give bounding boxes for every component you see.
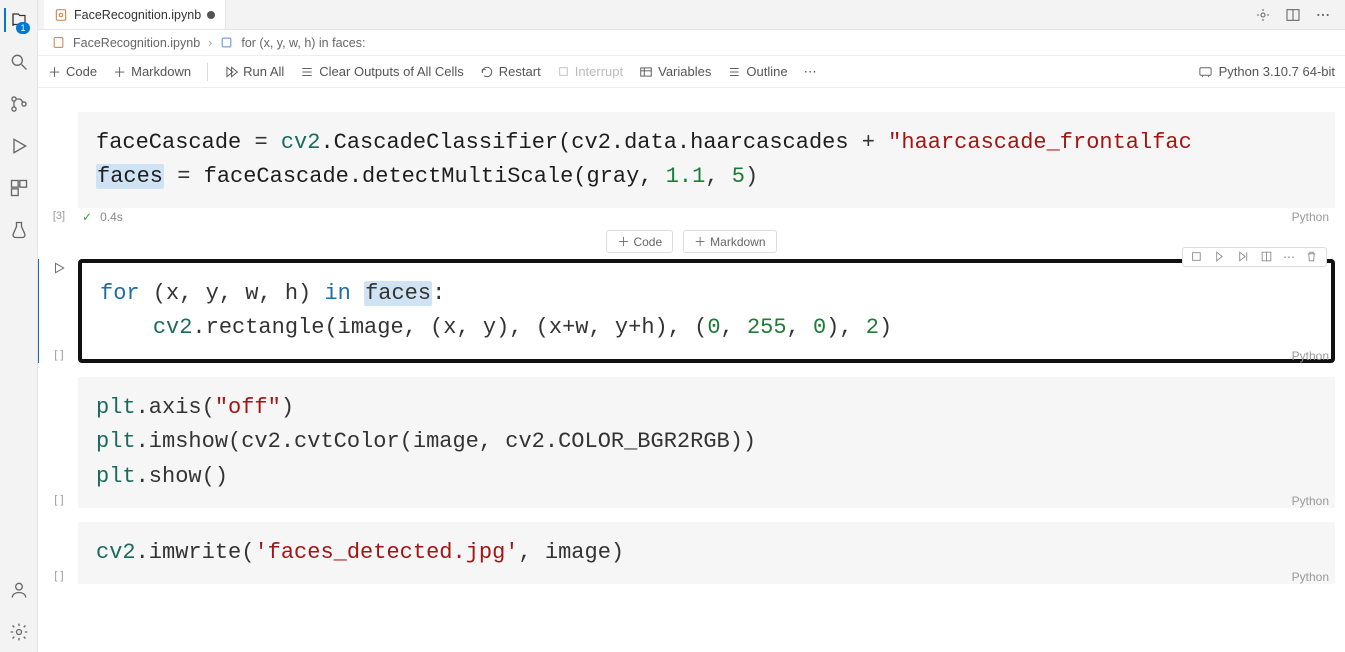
code-cell[interactable]: [3] faceCascade = cv2.CascadeClassifier(…	[78, 112, 1335, 224]
code-editor[interactable]: cv2.imwrite('faces_detected.jpg', image)	[78, 522, 1335, 584]
add-code-button[interactable]: ＋ Code	[48, 62, 97, 81]
plus-icon: ＋	[694, 233, 706, 250]
layout-icon[interactable]	[1285, 7, 1301, 23]
plus-icon: ＋	[113, 62, 126, 81]
exec-count: [ ]	[54, 494, 63, 506]
symbol-icon	[220, 36, 233, 49]
code-cell[interactable]: [ ] ⋯ for (x, y, w, h) in faces: cv2.rec…	[78, 259, 1335, 363]
notebook-file-icon	[54, 8, 68, 22]
kernel-icon	[1198, 64, 1213, 79]
clear-outputs-button[interactable]: Clear Outputs of All Cells	[300, 64, 464, 79]
testing-icon[interactable]	[7, 218, 31, 242]
explorer-badge: 1	[16, 22, 29, 34]
editor-tab[interactable]: FaceRecognition.ipynb	[44, 0, 226, 29]
search-icon[interactable]	[7, 50, 31, 74]
more-icon: ⋯	[804, 64, 817, 80]
plus-icon: ＋	[617, 233, 629, 250]
split-cell-icon[interactable]	[1260, 250, 1273, 264]
chevron-right-icon: ›	[208, 36, 212, 50]
interrupt-icon	[557, 65, 570, 78]
notebook-body: [3] faceCascade = cv2.CascadeClassifier(…	[38, 88, 1345, 652]
notebook-file-icon	[52, 36, 65, 49]
code-cell[interactable]: [ ] plt.axis("off") plt.imshow(cv2.cvtCo…	[78, 377, 1335, 507]
code-editor[interactable]: faceCascade = cv2.CascadeClassifier(cv2.…	[78, 112, 1335, 208]
variables-button[interactable]: Variables	[639, 64, 711, 79]
notebook-toolbar: ＋ Code ＋ Markdown Run All Clear Outputs …	[38, 56, 1345, 88]
execute-above-icon[interactable]	[1214, 250, 1227, 264]
toolbar-more-button[interactable]: ⋯	[804, 64, 817, 80]
exec-count: [ ]	[54, 349, 63, 361]
insert-code-button[interactable]: ＋Code	[606, 230, 673, 253]
activity-bar: 1	[0, 0, 38, 652]
exec-count: [ ]	[54, 570, 63, 582]
source-control-icon[interactable]	[7, 92, 31, 116]
run-by-line-icon[interactable]	[1191, 250, 1204, 264]
run-all-icon	[224, 65, 238, 79]
settings-gear-icon[interactable]	[7, 620, 31, 644]
cell-language[interactable]: Python	[1292, 349, 1329, 363]
check-icon: ✓	[82, 210, 92, 224]
run-debug-icon[interactable]	[7, 134, 31, 158]
restart-button[interactable]: Restart	[480, 64, 541, 79]
cell-language[interactable]: Python	[1292, 210, 1329, 224]
code-editor[interactable]: plt.axis("off") plt.imshow(cv2.cvtColor(…	[78, 377, 1335, 507]
more-icon[interactable]: ⋯	[1283, 250, 1295, 264]
variables-icon	[639, 65, 653, 79]
insert-cell-row: ＋Code ＋Markdown	[38, 230, 1345, 253]
plus-icon: ＋	[48, 62, 61, 81]
kernel-selector[interactable]: Python 3.10.7 64-bit	[1219, 64, 1335, 79]
code-cell[interactable]: [ ] cv2.imwrite('faces_detected.jpg', im…	[78, 522, 1335, 584]
breadcrumb-symbol: for (x, y, w, h) in faces:	[241, 36, 365, 50]
explorer-icon[interactable]: 1	[4, 8, 28, 32]
breadcrumb-file: FaceRecognition.ipynb	[73, 36, 200, 50]
clear-icon	[300, 65, 314, 79]
restart-icon	[480, 65, 494, 79]
code-editor[interactable]: for (x, y, w, h) in faces: cv2.rectangle…	[78, 259, 1335, 363]
tab-filename: FaceRecognition.ipynb	[74, 8, 201, 22]
outline-button[interactable]: Outline	[727, 64, 787, 79]
more-icon[interactable]	[1315, 7, 1331, 23]
exec-count: [3]	[53, 210, 65, 222]
outline-icon	[727, 65, 741, 79]
tab-bar: FaceRecognition.ipynb	[38, 0, 1345, 30]
insert-markdown-button[interactable]: ＋Markdown	[683, 230, 776, 253]
run-cell-button[interactable]	[52, 261, 66, 275]
cell-language[interactable]: Python	[1292, 570, 1329, 584]
dirty-indicator-icon	[207, 11, 215, 19]
extensions-icon[interactable]	[7, 176, 31, 200]
breadcrumb[interactable]: FaceRecognition.ipynb › for (x, y, w, h)…	[38, 30, 1345, 56]
delete-cell-icon[interactable]	[1305, 250, 1318, 264]
accounts-icon[interactable]	[7, 578, 31, 602]
run-config-icon[interactable]	[1255, 7, 1271, 23]
add-markdown-button[interactable]: ＋ Markdown	[113, 62, 191, 81]
cell-toolbar: ⋯	[1182, 247, 1327, 267]
cell-status: ✓ 0.4s	[78, 210, 1335, 224]
execute-below-icon[interactable]	[1237, 250, 1250, 264]
run-all-button[interactable]: Run All	[224, 64, 284, 79]
cell-language[interactable]: Python	[1292, 494, 1329, 508]
exec-duration: 0.4s	[100, 210, 123, 224]
interrupt-button: Interrupt	[557, 64, 623, 79]
